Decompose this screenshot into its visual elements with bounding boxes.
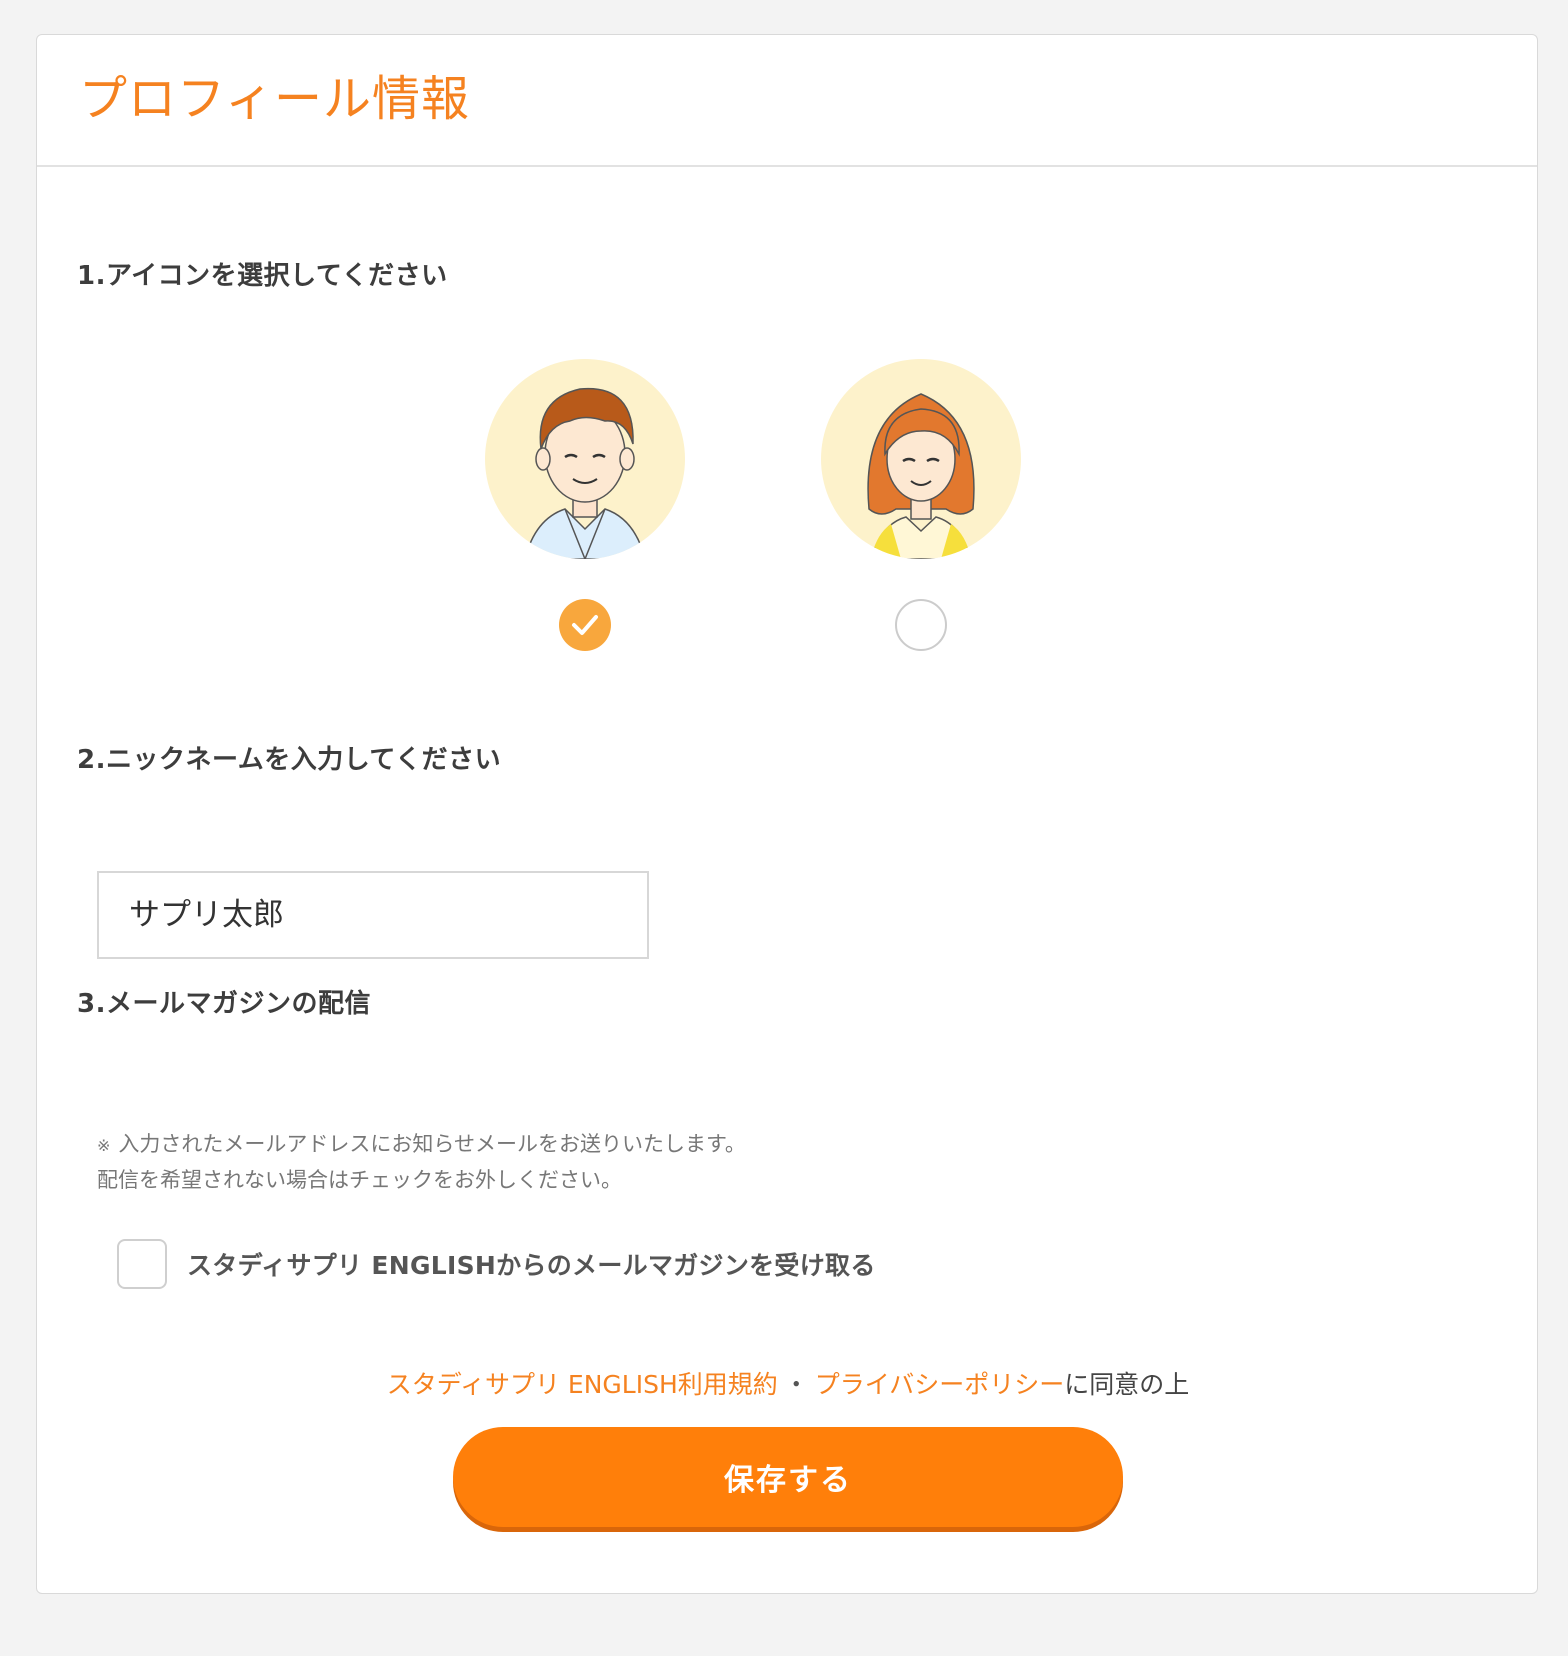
male-avatar-icon[interactable] (485, 359, 685, 559)
avatar-radio-male[interactable] (559, 599, 611, 651)
note-mark: ※ (97, 1136, 111, 1155)
terms-link[interactable]: スタディサプリ ENGLISH利用規約 (387, 1370, 778, 1399)
check-icon (572, 615, 598, 635)
newsletter-checkbox[interactable] (117, 1239, 167, 1289)
newsletter-note: ※ 入力されたメールアドレスにお知らせメールをお送りいたします。 配信を希望されな… (97, 1127, 746, 1198)
note-line1-text: 入力されたメールアドレスにお知らせメールをお送りいたします。 (118, 1132, 746, 1156)
save-button[interactable]: 保存する (453, 1427, 1123, 1527)
nickname-input[interactable]: サプリ太郎 (97, 871, 649, 959)
section-heading-newsletter: 3.メールマガジンの配信 (77, 989, 371, 1019)
newsletter-note-line2: 配信を希望されない場合はチェックをお外しください。 (97, 1168, 622, 1192)
page-title: プロフィール情報 (79, 71, 471, 127)
avatar-option-male[interactable] (485, 359, 685, 659)
avatar-option-female[interactable] (821, 359, 1021, 659)
card-header: プロフィール情報 (37, 35, 1537, 167)
section-heading-icon: 1.アイコンを選択してください (77, 261, 448, 291)
section-heading-nickname: 2.ニックネームを入力してください (77, 745, 502, 775)
newsletter-checkbox-row[interactable]: スタディサプリ ENGLISHからのメールマガジンを受け取る (117, 1237, 876, 1291)
privacy-policy-link[interactable]: プライバシーポリシー (815, 1370, 1065, 1399)
newsletter-checkbox-label[interactable]: スタディサプリ ENGLISHからのメールマガジンを受け取る (187, 1246, 876, 1282)
profile-card: プロフィール情報 1.アイコンを選択してください 2.ニックネームを入力してくだ… (36, 34, 1538, 1594)
female-avatar-icon[interactable] (821, 359, 1021, 559)
consent-suffix: に同意の上 (1064, 1370, 1190, 1399)
consent-text: スタディサプリ ENGLISH利用規約・プライバシーポリシーに同意の上 (37, 1365, 1539, 1401)
consent-separator: ・ (783, 1370, 809, 1399)
avatar-radio-female[interactable] (895, 599, 947, 651)
newsletter-note-line1: ※ 入力されたメールアドレスにお知らせメールをお送りいたします。 (97, 1127, 746, 1163)
